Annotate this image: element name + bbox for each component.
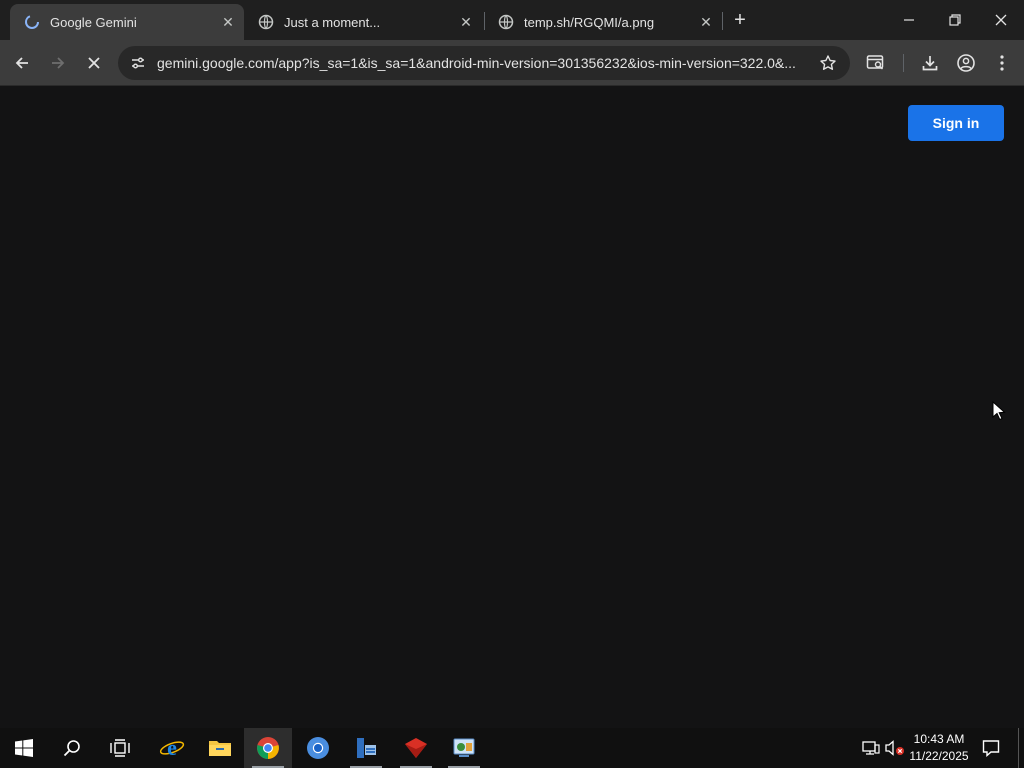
sign-in-button[interactable]: Sign in bbox=[908, 105, 1004, 141]
system-clock[interactable]: 10:43 AM 11/22/2025 bbox=[906, 731, 972, 765]
loading-spinner-icon bbox=[24, 14, 40, 30]
network-icon[interactable] bbox=[861, 738, 881, 758]
browser-toolbar: gemini.google.com/app?is_sa=1&is_sa=1&an… bbox=[0, 40, 1024, 86]
star-icon[interactable] bbox=[816, 51, 840, 75]
svg-text:e: e bbox=[167, 736, 177, 760]
internet-explorer-icon[interactable]: e bbox=[148, 728, 196, 768]
stop-loading-icon[interactable] bbox=[78, 47, 110, 79]
show-desktop-button[interactable] bbox=[1018, 728, 1020, 768]
file-explorer-icon[interactable] bbox=[196, 728, 244, 768]
mouse-cursor-icon bbox=[992, 401, 1006, 421]
tab-temp-sh[interactable]: temp.sh/RGQMI/a.png ✕ bbox=[484, 4, 722, 40]
tab-search-icon[interactable] bbox=[860, 47, 892, 79]
close-tab-icon[interactable]: ✕ bbox=[696, 12, 716, 32]
tab-separator bbox=[722, 12, 723, 30]
notification-center-icon[interactable] bbox=[981, 738, 1001, 758]
tab-title: temp.sh/RGQMI/a.png bbox=[524, 14, 655, 30]
forward-arrow-icon[interactable] bbox=[42, 47, 74, 79]
volume-muted-icon[interactable] bbox=[885, 738, 905, 758]
start-icon[interactable] bbox=[0, 728, 48, 768]
close-window-icon[interactable] bbox=[978, 0, 1024, 40]
chrome-icon[interactable] bbox=[244, 728, 292, 768]
tab-title: Just a moment... bbox=[284, 14, 381, 30]
windows-taskbar: e 10:43 AM 11/22/2025 bbox=[0, 728, 1024, 768]
tab-just-a-moment[interactable]: Just a moment... ✕ bbox=[244, 4, 482, 40]
close-tab-icon[interactable]: ✕ bbox=[456, 12, 476, 32]
toolbar-divider bbox=[903, 54, 904, 72]
browser-window: Google Gemini ✕ Just a moment... ✕ temp.… bbox=[0, 0, 1024, 728]
tab-google-gemini[interactable]: Google Gemini ✕ bbox=[10, 4, 244, 40]
site-info-icon[interactable] bbox=[122, 47, 154, 79]
restore-icon[interactable] bbox=[932, 0, 978, 40]
more-menu-icon[interactable] bbox=[986, 47, 1018, 79]
globe-icon bbox=[498, 14, 514, 30]
clock-date: 11/22/2025 bbox=[909, 749, 969, 763]
chromium-icon[interactable] bbox=[294, 728, 342, 768]
red-app-icon[interactable] bbox=[392, 728, 440, 768]
address-bar[interactable]: gemini.google.com/app?is_sa=1&is_sa=1&an… bbox=[118, 46, 850, 80]
search-icon[interactable] bbox=[48, 728, 96, 768]
clock-time: 10:43 AM bbox=[913, 732, 965, 746]
download-icon[interactable] bbox=[914, 47, 946, 79]
page-content: Sign in bbox=[0, 87, 1024, 728]
url-text[interactable]: gemini.google.com/app?is_sa=1&is_sa=1&an… bbox=[157, 55, 803, 71]
control-panel-icon[interactable] bbox=[440, 728, 488, 768]
tab-strip: Google Gemini ✕ Just a moment... ✕ temp.… bbox=[0, 0, 1024, 40]
task-view-icon[interactable] bbox=[96, 728, 144, 768]
profile-icon[interactable] bbox=[950, 47, 982, 79]
tab-title: Google Gemini bbox=[50, 14, 137, 30]
plus-icon[interactable]: + bbox=[729, 9, 751, 31]
minimize-icon[interactable] bbox=[886, 0, 932, 40]
globe-icon bbox=[258, 14, 274, 30]
close-tab-icon[interactable]: ✕ bbox=[218, 12, 238, 32]
back-arrow-icon[interactable] bbox=[6, 47, 38, 79]
server-manager-icon[interactable] bbox=[342, 728, 390, 768]
